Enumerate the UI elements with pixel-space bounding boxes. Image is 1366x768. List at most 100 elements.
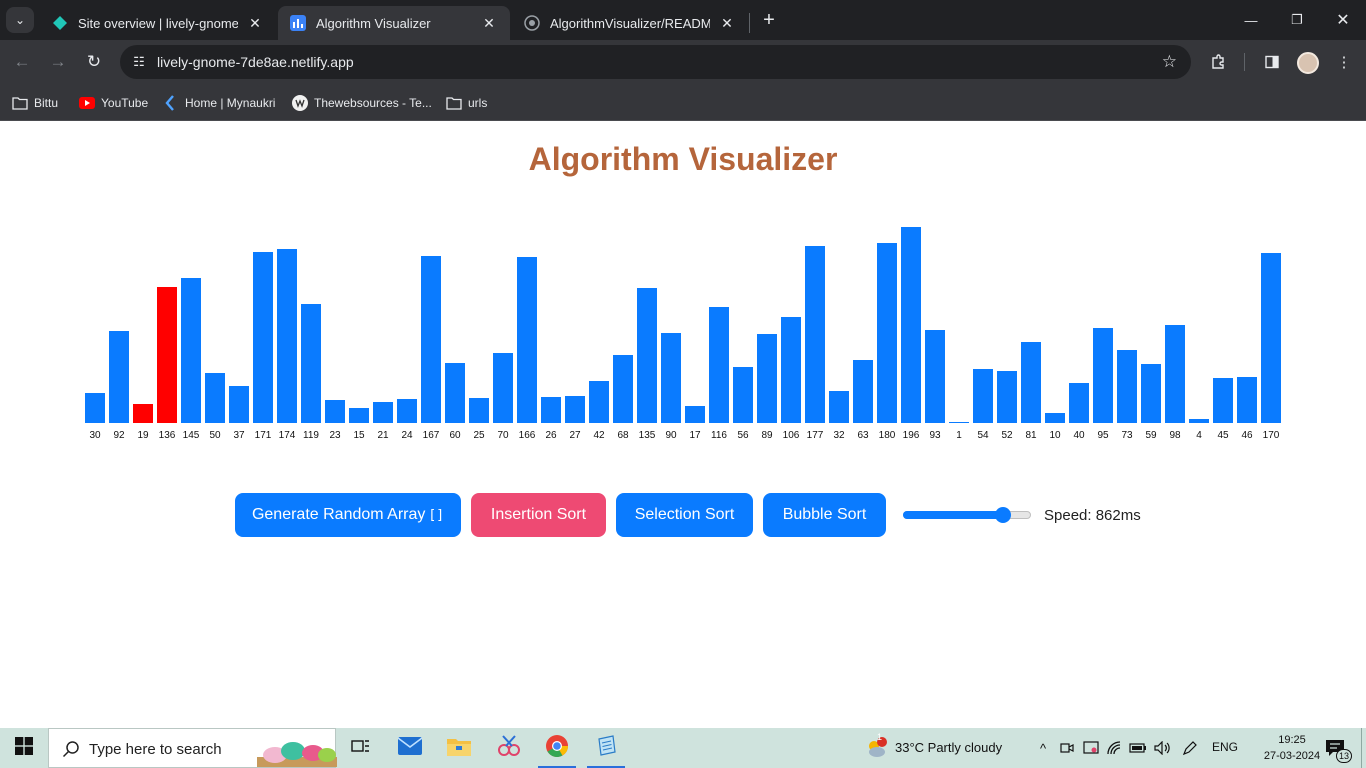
windows-logo-icon <box>15 736 33 760</box>
array-bar <box>181 278 201 423</box>
tab-search-button[interactable]: ⌄ <box>6 7 34 33</box>
tab-algorithm-visualizer[interactable]: Algorithm Visualizer ✕ <box>278 6 510 40</box>
bar-value-label: 40 <box>1073 430 1085 441</box>
array-bar <box>1165 325 1185 423</box>
bar-value-label: 50 <box>209 430 221 441</box>
taskbar-search-box[interactable]: Type here to search <box>48 728 337 768</box>
weather-icon[interactable] <box>864 736 888 760</box>
language-indicator[interactable]: ENG <box>1212 740 1238 754</box>
bookmark-star-icon[interactable]: ☆ <box>1162 52 1177 72</box>
meet-now-icon[interactable] <box>1058 739 1076 757</box>
file-explorer-app[interactable] <box>436 728 482 768</box>
screen-record-icon[interactable] <box>1082 739 1100 757</box>
selection-sort-button[interactable]: Selection Sort <box>616 493 753 537</box>
bubble-sort-button[interactable]: Bubble Sort <box>763 493 886 537</box>
back-button[interactable]: ← <box>8 48 36 76</box>
tab-title: AlgorithmVisualizer/README.m <box>550 15 710 31</box>
chevron-up-icon[interactable]: ^ <box>1034 739 1052 757</box>
system-clock[interactable]: 19:25 27-03-2024 <box>1262 732 1322 764</box>
browser-toolbar: ← → ↻ ☷ lively-gnome-7de8ae.netlify.app … <box>0 40 1366 85</box>
bookmark-label: Bittu <box>34 96 59 110</box>
insertion-sort-button[interactable]: Insertion Sort <box>471 493 606 537</box>
bar-value-label: 196 <box>903 430 920 441</box>
youtube-icon <box>79 95 95 111</box>
bar-value-label: 30 <box>89 430 101 441</box>
bar-value-label: 32 <box>833 430 845 441</box>
profile-avatar[interactable] <box>1297 52 1319 74</box>
bookmark-urls[interactable]: urls <box>446 93 487 113</box>
close-window-button[interactable]: ✕ <box>1320 0 1366 40</box>
array-bar <box>205 373 225 423</box>
tab-title: Algorithm Visualizer <box>316 15 431 31</box>
reload-icon: ↻ <box>86 52 102 71</box>
array-bar <box>1069 383 1089 423</box>
bar-value-label: 63 <box>857 430 869 441</box>
bookmark-bittu[interactable]: Bittu <box>12 93 58 113</box>
slider-thumb[interactable] <box>994 507 1011 523</box>
site-info-icon[interactable]: ☷ <box>130 53 148 71</box>
mynaukri-icon <box>163 95 179 111</box>
mail-app[interactable] <box>387 728 433 768</box>
array-bar <box>349 408 369 423</box>
mail-icon <box>397 736 423 760</box>
array-bar <box>805 246 825 423</box>
pen-icon[interactable] <box>1181 739 1199 757</box>
volume-icon[interactable] <box>1154 739 1172 757</box>
generate-array-button[interactable]: Generate Random Array [] <box>235 493 461 537</box>
new-tab-button[interactable]: + <box>757 8 781 32</box>
bar-value-label: 26 <box>545 430 557 441</box>
bar-value-label: 25 <box>473 430 485 441</box>
bar-value-label: 136 <box>159 430 176 441</box>
restore-button[interactable]: ❐ <box>1274 0 1320 40</box>
notepad-app[interactable] <box>583 728 629 768</box>
url-text[interactable]: lively-gnome-7de8ae.netlify.app <box>157 54 354 70</box>
folder-icon <box>447 736 471 761</box>
array-bar <box>229 386 249 423</box>
battery-icon[interactable] <box>1129 739 1147 757</box>
task-view-button[interactable] <box>338 728 384 768</box>
menu-icon[interactable]: ⋮ <box>1332 50 1356 74</box>
bar-value-label: 56 <box>737 430 749 441</box>
bookmark-thewebsources[interactable]: Thewebsources - Te... <box>292 93 432 113</box>
tab-readme[interactable]: AlgorithmVisualizer/README.m ✕ <box>512 6 748 40</box>
close-icon[interactable]: ✕ <box>480 14 498 32</box>
bar-value-label: 37 <box>233 430 245 441</box>
array-bar <box>493 353 513 423</box>
snipping-tool-icon <box>497 734 521 762</box>
speed-slider[interactable] <box>903 507 1031 523</box>
bar-value-label: 180 <box>879 430 896 441</box>
tab-site-overview[interactable]: Site overview | lively-gnome-7d ✕ <box>40 6 276 40</box>
array-bar <box>1045 413 1065 423</box>
array-bar <box>133 404 153 423</box>
array-bar <box>253 252 273 423</box>
wifi-icon[interactable] <box>1106 739 1124 757</box>
weather-text[interactable]: 33°C Partly cloudy <box>895 740 1002 755</box>
show-desktop-button[interactable] <box>1361 728 1366 768</box>
address-bar[interactable]: ☷ lively-gnome-7de8ae.netlify.app ☆ <box>120 45 1191 79</box>
array-bar <box>1261 253 1281 423</box>
bookmark-youtube[interactable]: YouTube <box>79 93 148 113</box>
side-panel-icon[interactable] <box>1260 50 1284 74</box>
array-bar <box>997 371 1017 423</box>
bar-value-label: 135 <box>639 430 656 441</box>
array-bar <box>781 317 801 423</box>
close-icon[interactable]: ✕ <box>718 14 736 32</box>
bar-value-label: 24 <box>401 430 413 441</box>
chrome-app[interactable] <box>534 728 580 768</box>
bar-value-label: 92 <box>113 430 125 441</box>
start-button[interactable] <box>0 728 48 768</box>
forward-button[interactable]: → <box>44 48 72 76</box>
snipping-tool-app[interactable] <box>486 728 532 768</box>
array-bar <box>685 406 705 423</box>
bar-value-label: 170 <box>1263 430 1280 441</box>
minimize-button[interactable]: — <box>1228 0 1274 40</box>
weather-alert-badge: 1 <box>877 732 883 742</box>
array-bar <box>421 256 441 423</box>
reload-button[interactable]: ↻ <box>80 48 108 76</box>
bar-value-label: 19 <box>137 430 149 441</box>
close-icon[interactable]: ✕ <box>246 14 264 32</box>
array-bar <box>973 369 993 423</box>
bookmark-mynaukri[interactable]: Home | Mynaukri <box>163 93 275 113</box>
extensions-icon[interactable] <box>1206 50 1230 74</box>
slider-fill <box>903 511 1003 519</box>
